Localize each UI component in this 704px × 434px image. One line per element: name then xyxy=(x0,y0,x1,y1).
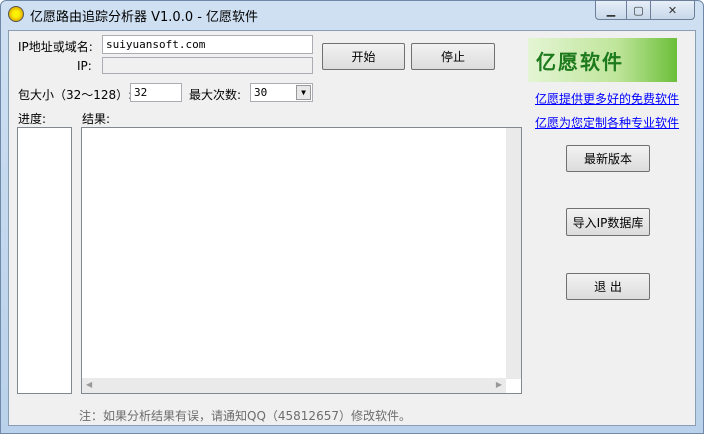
size-input[interactable]: 32 xyxy=(130,83,182,102)
max-select[interactable]: 30 ▼ xyxy=(250,83,313,102)
vertical-scrollbar[interactable] xyxy=(506,128,521,379)
note-text: 注：如果分析结果有误，请通知QQ（45812657）修改软件。 xyxy=(79,409,411,423)
close-button[interactable]: ✕ xyxy=(650,0,695,20)
start-button[interactable]: 开始 xyxy=(322,43,405,70)
size-label: 包大小（32～128）: xyxy=(18,88,133,102)
scroll-right-icon[interactable]: ▶ xyxy=(496,380,502,389)
host-input[interactable]: suiyuansoft.com xyxy=(102,35,313,54)
stop-button[interactable]: 停止 xyxy=(411,43,495,70)
window-title: 亿愿路由追踪分析器 V1.0.0 - 亿愿软件 xyxy=(30,10,259,25)
logo: 亿愿软件 xyxy=(528,38,677,82)
ip-label: IP: xyxy=(77,59,92,73)
ip-field xyxy=(102,57,313,74)
exit-button[interactable]: 退 出 xyxy=(566,273,650,300)
import-ip-db-button[interactable]: 导入IP数据库 xyxy=(566,208,650,236)
custom-software-link[interactable]: 亿愿为您定制各种专业软件 xyxy=(535,114,679,131)
chevron-down-icon[interactable]: ▼ xyxy=(296,85,311,100)
horizontal-scrollbar[interactable]: ◀ ▶ xyxy=(82,378,506,393)
result-box[interactable]: ◀ ▶ xyxy=(81,127,522,394)
progress-box xyxy=(17,127,72,394)
progress-label: 进度: xyxy=(18,112,47,126)
host-label: IP地址或域名: xyxy=(18,40,93,54)
free-software-link[interactable]: 亿愿提供更多好的免费软件 xyxy=(535,90,679,107)
latest-version-button[interactable]: 最新版本 xyxy=(566,145,650,172)
result-label: 结果: xyxy=(82,112,111,126)
maximize-button[interactable]: ▢ xyxy=(626,0,651,20)
scroll-left-icon[interactable]: ◀ xyxy=(86,380,92,389)
minimize-button[interactable]: ▁ xyxy=(595,0,627,20)
max-value: 30 xyxy=(254,86,268,99)
max-label: 最大次数: xyxy=(189,88,242,102)
app-icon xyxy=(8,6,24,22)
